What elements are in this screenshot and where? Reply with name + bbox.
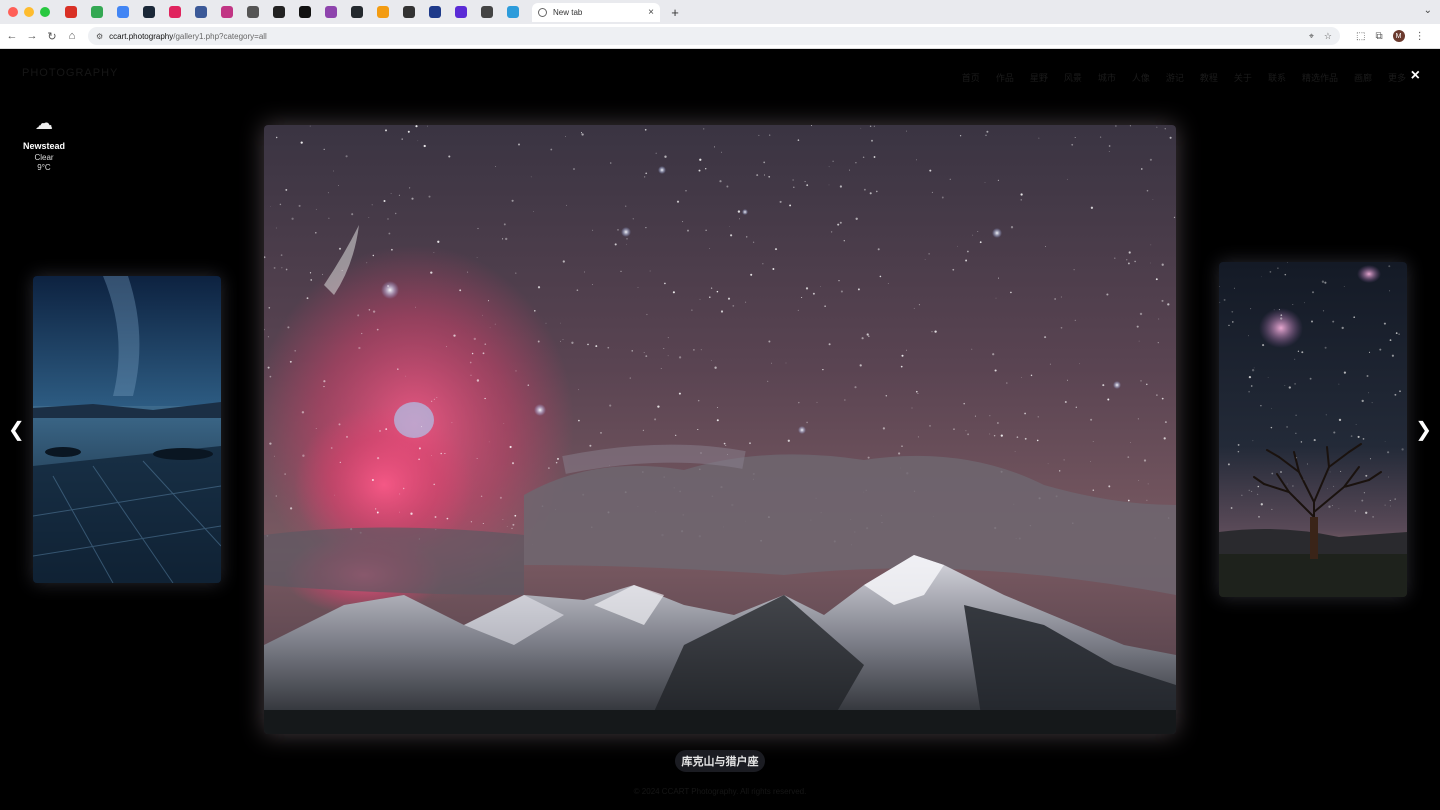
address-bar[interactable]: ⚙ ccart.photography /gallery1.php?catego… (88, 27, 1340, 45)
reload-button[interactable]: ↻ (42, 30, 62, 43)
site-nav-item[interactable]: 画廊 (1354, 71, 1372, 84)
browser-toolbar: ← → ↻ ⌂ ⚙ ccart.photography /gallery1.ph… (0, 24, 1440, 49)
weather-condition: Clear (34, 153, 54, 162)
site-nav-item[interactable]: 城市 (1098, 71, 1116, 84)
gallery-page: PHOTOGRAPHY 首页 作品 星野 风景 城市 人像 游记 教程 关于 联系 精选作品 画廊 更多… (0, 49, 1440, 810)
pinned-tab[interactable] (136, 2, 162, 22)
site-nav: 首页 作品 星野 风景 城市 人像 游记 教程 关于 联系 精选作品 画廊 更多 (962, 71, 1406, 84)
screenshot-icon (507, 6, 519, 18)
github-icon (351, 6, 363, 18)
pinned-tab[interactable] (448, 2, 474, 22)
site-nav-item[interactable]: 联系 (1268, 71, 1286, 84)
pinned-tab[interactable] (162, 2, 188, 22)
close-window-button[interactable] (8, 7, 18, 17)
tab-new-tab[interactable]: New tab × (532, 2, 660, 22)
notion-icon (299, 6, 311, 18)
pinned-tab[interactable] (84, 2, 110, 22)
chrome-icon (538, 7, 547, 17)
gmail-icon (65, 6, 77, 18)
steam-icon (143, 6, 155, 18)
back-button[interactable]: ← (2, 30, 22, 42)
pinned-tab[interactable] (188, 2, 214, 22)
pinned-tab[interactable] (474, 2, 500, 22)
pinned-tabs (58, 2, 526, 22)
forward-button[interactable]: → (22, 30, 42, 42)
pinned-tab[interactable] (110, 2, 136, 22)
prev-photo-thumbnail[interactable] (33, 276, 221, 583)
site-nav-item[interactable]: 更多 (1388, 71, 1406, 84)
new-tab-button[interactable]: + (668, 5, 682, 20)
window-controls (8, 7, 50, 17)
purple-app-icon (455, 6, 467, 18)
cloud-icon: ☁ (35, 113, 53, 133)
instagram-icon (221, 6, 233, 18)
pinned-tab[interactable] (58, 2, 84, 22)
url-path: /gallery1.php?category=all (173, 31, 267, 41)
home-button[interactable]: ⌂ (62, 30, 82, 42)
weather-widget: ☁ Newstead Clear 9°C (14, 113, 74, 172)
photo-caption: 库克山与猎户座 (675, 750, 765, 772)
site-nav-item[interactable]: 精选作品 (1302, 71, 1338, 84)
maximize-window-button[interactable] (40, 7, 50, 17)
box-icon (247, 6, 259, 18)
bookmark-star-icon[interactable]: ☆ (1324, 31, 1332, 42)
tab-close-icon[interactable]: × (648, 7, 654, 18)
location-icon[interactable]: ⌖ (1309, 31, 1314, 42)
pinned-tab[interactable] (214, 2, 240, 22)
pinned-tab[interactable] (292, 2, 318, 22)
next-arrow-button[interactable]: ❯ (1415, 417, 1432, 442)
pinned-tab[interactable] (500, 2, 526, 22)
site-nav-item[interactable]: 作品 (996, 71, 1014, 84)
next-photo-thumbnail[interactable] (1219, 262, 1407, 597)
chrome-dark-icon (481, 6, 493, 18)
tab-search-button[interactable]: ⌄ (1424, 5, 1432, 16)
site-info-icon[interactable]: ⚙ (96, 32, 103, 41)
extensions-icon[interactable]: ⧉ (1375, 31, 1382, 42)
pinned-tab[interactable] (318, 2, 344, 22)
tab-capture-icon[interactable]: ⬚ (1356, 31, 1365, 42)
avatar[interactable]: M (1392, 30, 1405, 42)
blue-dot-icon (429, 6, 441, 18)
tab-title: New tab (553, 7, 583, 17)
weather-location: Newstead (22, 141, 66, 151)
prev-arrow-button[interactable]: ❮ (8, 417, 25, 442)
minimize-window-button[interactable] (24, 7, 34, 17)
w-icon (325, 6, 337, 18)
pinned-tab[interactable] (240, 2, 266, 22)
pinned-tab[interactable] (344, 2, 370, 22)
browser-tab-bar: New tab × + ⌄ (0, 0, 1440, 24)
app-icon (273, 6, 285, 18)
site-nav-item[interactable]: 风景 (1064, 71, 1082, 84)
pinned-tab[interactable] (396, 2, 422, 22)
main-photo (264, 125, 1176, 734)
chrome-icon (91, 6, 103, 18)
weather-temperature: 9°C (37, 163, 51, 172)
record-icon (169, 6, 181, 18)
globe-icon (195, 6, 207, 18)
site-nav-item[interactable]: 教程 (1200, 71, 1218, 84)
site-nav-item[interactable]: 关于 (1234, 71, 1252, 84)
pinned-tab[interactable] (422, 2, 448, 22)
drive-icon (117, 6, 129, 18)
close-lightbox-button[interactable]: × (1411, 67, 1420, 85)
site-nav-item[interactable]: 人像 (1132, 71, 1150, 84)
site-footer: © 2024 CCART Photography. All rights res… (633, 787, 807, 796)
orange-app-icon (377, 6, 389, 18)
url-host: ccart.photography (109, 31, 174, 41)
ball-icon (403, 6, 415, 18)
menu-icon[interactable]: ⋮ (1415, 31, 1425, 42)
pinned-tab[interactable] (266, 2, 292, 22)
site-nav-item[interactable]: 游记 (1166, 71, 1184, 84)
site-logo: PHOTOGRAPHY (22, 67, 119, 79)
pinned-tab[interactable] (370, 2, 396, 22)
site-nav-item[interactable]: 首页 (962, 71, 980, 84)
site-nav-item[interactable]: 星野 (1030, 71, 1048, 84)
